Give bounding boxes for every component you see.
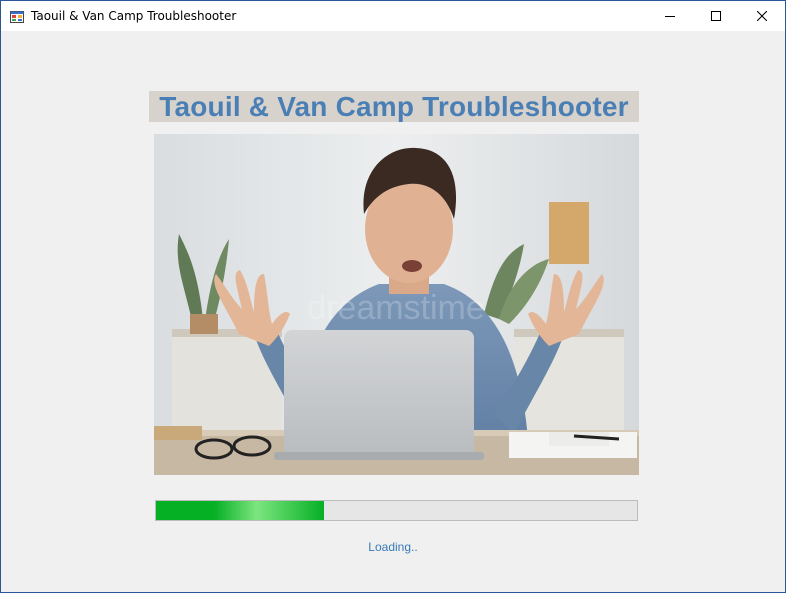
minimize-button[interactable] bbox=[647, 1, 693, 31]
watermark-text: dreamstime bbox=[307, 289, 485, 327]
troubleshooter-photo: dreamstime bbox=[154, 134, 639, 475]
heading-banner: Taouil & Van Camp Troubleshooter bbox=[149, 91, 639, 122]
window-title: Taouil & Van Camp Troubleshooter bbox=[31, 9, 237, 23]
close-icon bbox=[757, 11, 767, 21]
loading-progress-bar bbox=[155, 500, 638, 521]
minimize-icon bbox=[665, 16, 675, 17]
close-button[interactable] bbox=[739, 1, 785, 31]
maximize-button[interactable] bbox=[693, 1, 739, 31]
loading-status: Loading.. bbox=[368, 540, 418, 554]
app-heading: Taouil & Van Camp Troubleshooter bbox=[159, 90, 629, 122]
maximize-icon bbox=[711, 11, 721, 21]
title-bar[interactable]: Taouil & Van Camp Troubleshooter bbox=[1, 1, 785, 31]
frustrated-man-laptop-image: dreamstime bbox=[154, 134, 639, 475]
app-window: Taouil & Van Camp Troubleshooter Taouil … bbox=[0, 0, 786, 593]
windows-forms-app-icon bbox=[10, 11, 24, 23]
progress-fill bbox=[156, 501, 325, 520]
